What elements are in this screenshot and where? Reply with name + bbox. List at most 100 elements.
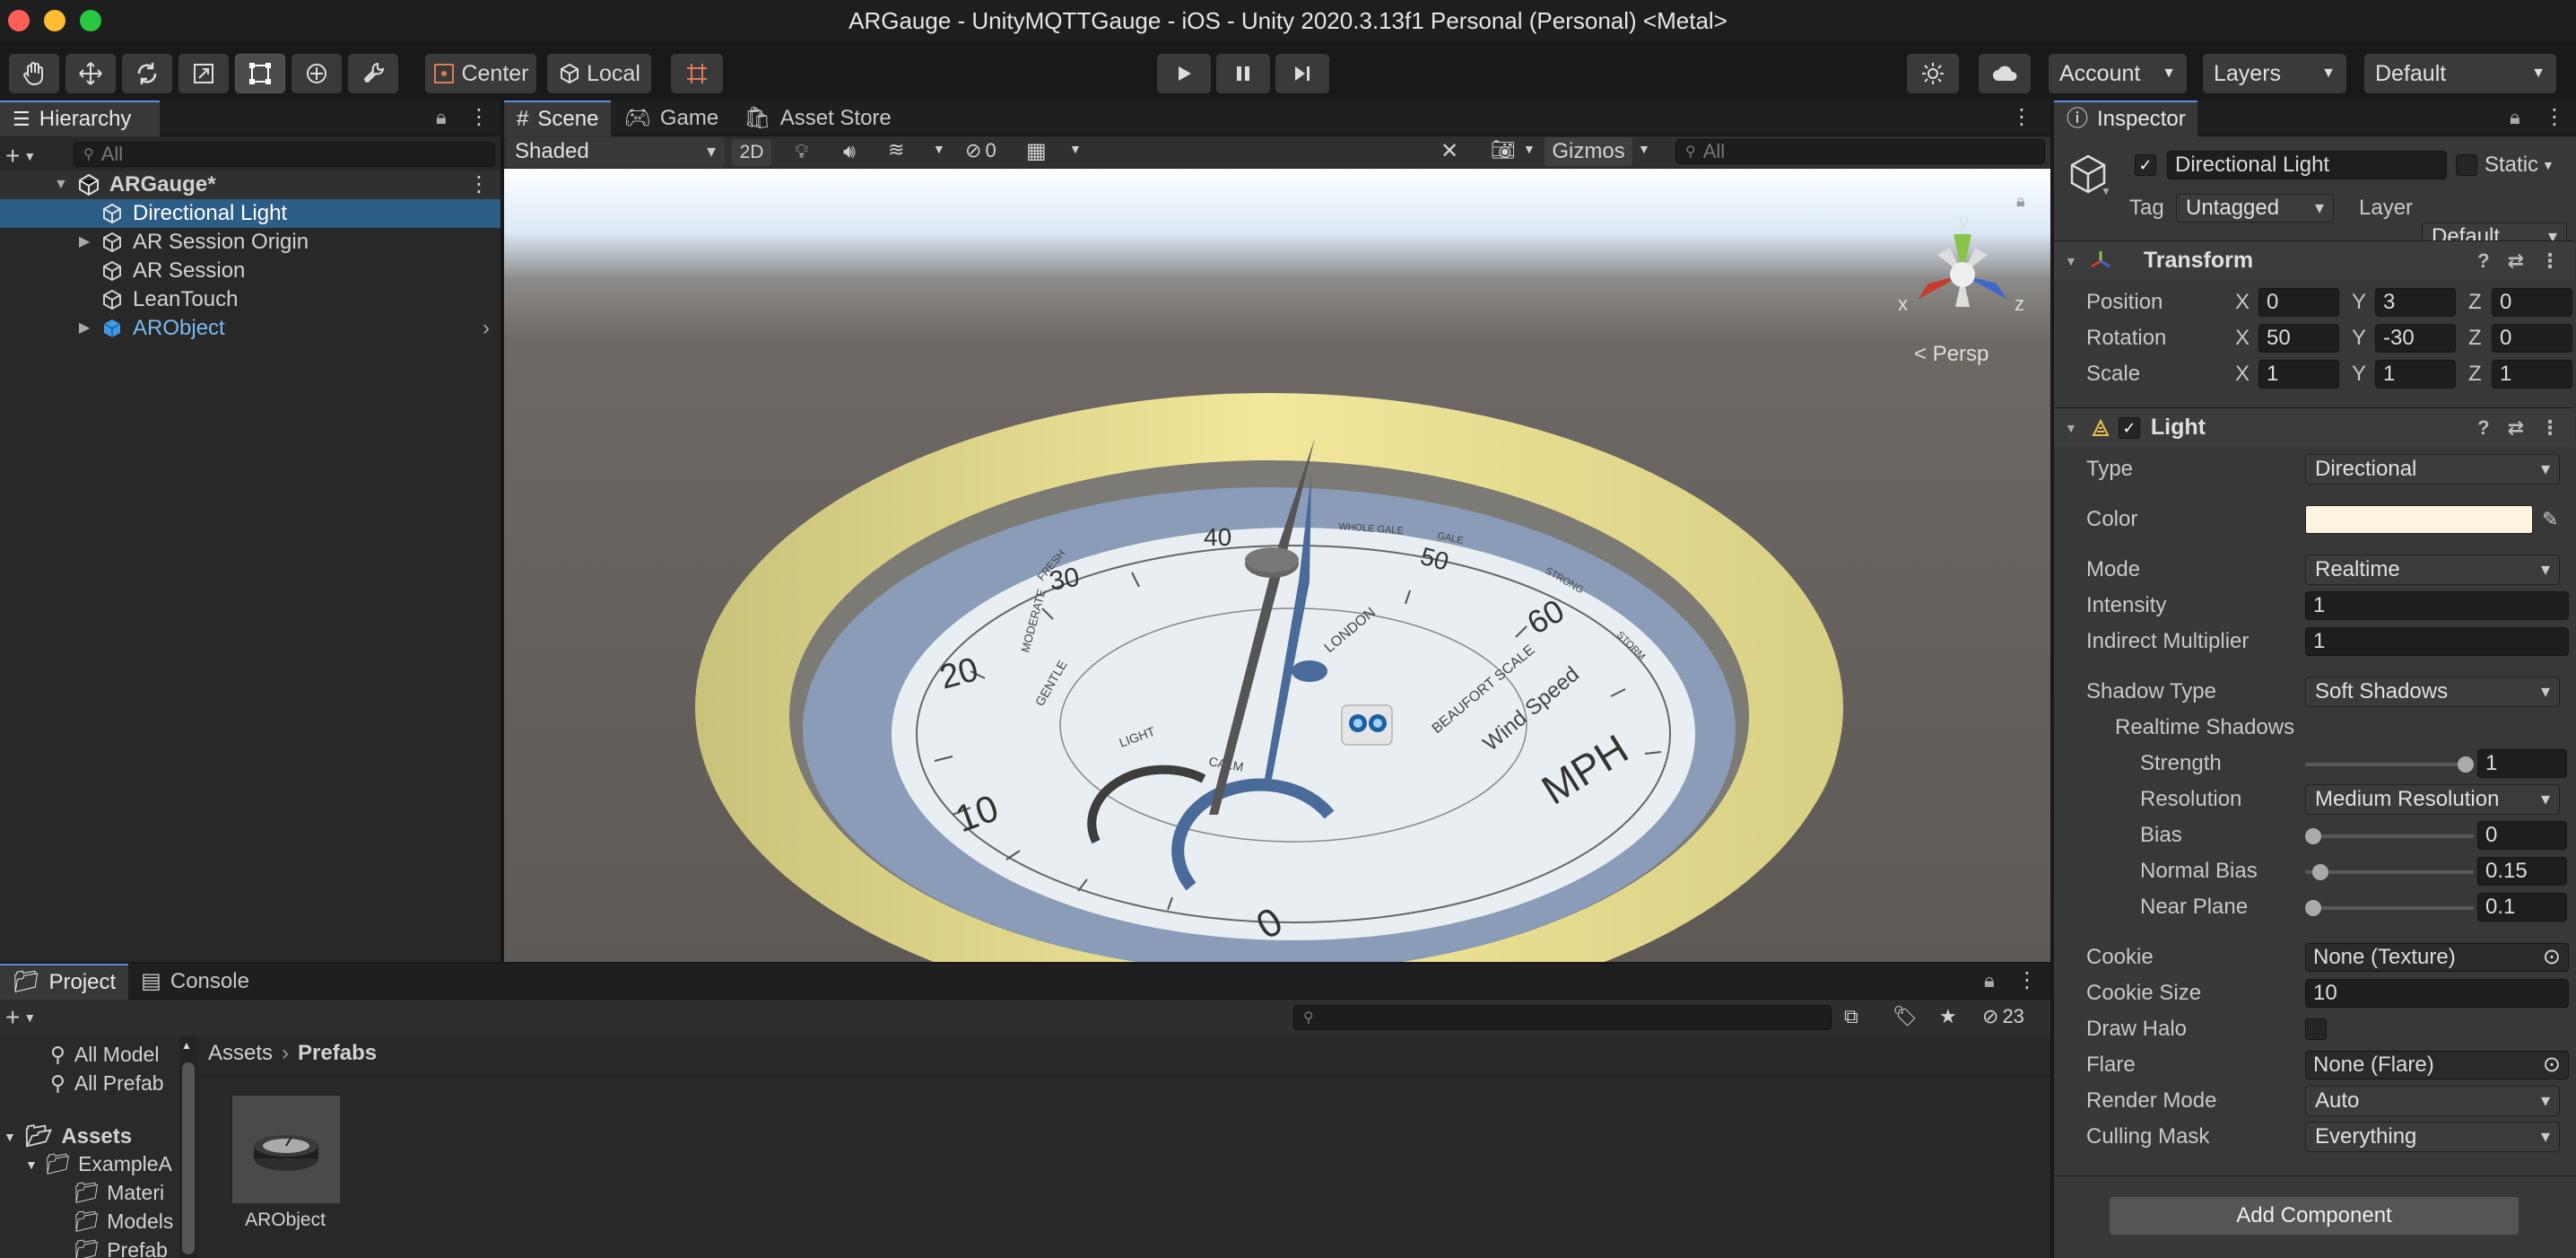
icon-dropdown-icon[interactable]: ▼ <box>2101 185 2111 197</box>
normal-bias-slider[interactable] <box>2305 864 2474 880</box>
preset-icon[interactable]: ⇄ <box>2508 416 2524 440</box>
pause-button[interactable] <box>1216 54 1270 93</box>
breadcrumb-current[interactable]: Prefabs <box>298 1041 377 1066</box>
rotation-x-field[interactable]: 50 <box>2258 324 2339 353</box>
scene-visibility-toggle[interactable]: ⊘ 0 <box>965 139 996 162</box>
search-by-type-icon[interactable]: ⧉ <box>1844 1005 1858 1028</box>
shading-mode-dropdown[interactable]: Shaded <box>506 137 725 168</box>
breadcrumb-root[interactable]: Assets <box>208 1041 273 1066</box>
bias-slider[interactable] <box>2305 828 2474 844</box>
more-options-icon[interactable]: ⋮ <box>2544 104 2565 130</box>
hidden-packages-toggle[interactable]: ⊘ 23 <box>1982 1005 2024 1028</box>
scene-menu-icon[interactable]: ⋮ <box>468 170 490 199</box>
projection-label[interactable]: < Persp <box>1914 342 1989 366</box>
favorite-all-models[interactable]: ⚲ All Model <box>50 1043 159 1067</box>
hierarchy-item-ar-session[interactable]: AR Session <box>0 257 500 285</box>
assets-root-folder[interactable]: ▼ 📂︎ Assets <box>4 1123 132 1149</box>
hierarchy-search-input[interactable]: ⚲ All <box>74 142 495 167</box>
layout-dropdown[interactable]: Default ▼ <box>2364 54 2556 93</box>
indirect-multiplier-field[interactable]: 1 <box>2305 627 2569 656</box>
expand-arrow-icon[interactable]: ▶ <box>79 314 100 343</box>
light-header[interactable]: ▼ ✓ Light ? ⇄ ⋮ <box>2054 407 2574 447</box>
lighting-toggle-icon[interactable]: 💡︎ <box>795 140 808 163</box>
favorite-star-icon[interactable]: ★ <box>1939 1005 1957 1028</box>
scale-x-field[interactable]: 1 <box>2258 360 2339 389</box>
add-component-button[interactable]: Add Component <box>2110 1197 2519 1235</box>
audio-toggle-icon[interactable]: 🔊︎ <box>843 140 856 163</box>
object-picker-icon[interactable]: ⊙ <box>2543 944 2561 971</box>
tree-folder-models[interactable]: 📁︎ Models <box>74 1210 173 1234</box>
search-by-label-icon[interactable]: 🏷︎ <box>1893 1005 1918 1028</box>
rotation-y-field[interactable]: -30 <box>2375 324 2456 353</box>
move-tool-button[interactable] <box>65 54 116 93</box>
lock-icon[interactable]: 🔒︎ <box>436 106 447 129</box>
asset-thumbnail-arobject[interactable] <box>231 1095 340 1203</box>
hierarchy-item-directional-light[interactable]: Directional Light <box>0 199 500 228</box>
effects-toggle-icon[interactable]: ≋ <box>888 138 904 162</box>
tab-hierarchy[interactable]: ☰ Hierarchy <box>0 100 160 136</box>
scene-row[interactable]: ▼ ARGauge* ⋮ <box>0 170 500 199</box>
collab-button[interactable] <box>1907 54 1959 93</box>
strength-slider-knob[interactable] <box>2458 756 2474 773</box>
camera-icon[interactable]: 📷︎ <box>1491 138 1516 162</box>
scroll-up-icon[interactable]: ▲ <box>181 1039 192 1052</box>
transform-header[interactable]: ▼ Transform ? ⇄ ⋮ <box>2054 240 2574 280</box>
position-y-field[interactable]: 3 <box>2375 288 2456 317</box>
help-icon[interactable]: ? <box>2477 416 2489 440</box>
camera-dropdown-icon[interactable]: ▼ <box>1523 142 1536 156</box>
bias-field[interactable]: 0 <box>2477 821 2567 850</box>
scene-search-input[interactable]: ⚲ All <box>1675 139 2045 164</box>
tab-game[interactable]: 🎮︎ Game <box>611 100 731 136</box>
draw-halo-checkbox[interactable] <box>2305 1018 2327 1040</box>
tag-dropdown[interactable]: Untagged <box>2176 194 2334 223</box>
preset-icon[interactable]: ⇄ <box>2508 249 2524 273</box>
near-plane-field[interactable]: 0.1 <box>2477 893 2567 922</box>
strength-slider[interactable] <box>2305 756 2474 773</box>
object-picker-icon[interactable]: ⊙ <box>2543 1052 2561 1079</box>
grid-snap-button[interactable] <box>671 54 723 93</box>
project-search-input[interactable]: ⚲ <box>1293 1005 1832 1030</box>
tab-project[interactable]: 📁︎ Project <box>0 963 129 1000</box>
gizmo-lock-icon[interactable]: 🔒︎ <box>2016 192 2025 210</box>
normal-bias-slider-knob[interactable] <box>2312 864 2328 880</box>
tab-inspector[interactable]: ⓘ Inspector <box>2054 100 2197 136</box>
scale-y-field[interactable]: 1 <box>2375 360 2456 389</box>
rect-tool-button[interactable] <box>235 54 285 93</box>
render-mode-dropdown[interactable]: Auto <box>2305 1086 2560 1116</box>
rotation-z-field[interactable]: 0 <box>2492 324 2572 353</box>
help-icon[interactable]: ? <box>2477 249 2489 273</box>
intensity-field[interactable]: 1 <box>2305 591 2569 620</box>
expand-arrow-icon[interactable]: ▶ <box>79 228 100 257</box>
gizmos-button[interactable]: Gizmos <box>1545 137 1632 166</box>
culling-mask-dropdown[interactable]: Everything <box>2305 1122 2560 1152</box>
grid-dropdown-icon[interactable]: ▼ <box>1069 142 1082 156</box>
strength-field[interactable]: 1 <box>2477 749 2567 778</box>
layers-dropdown[interactable]: Layers ▼ <box>2203 54 2346 93</box>
pivot-mode-button[interactable]: Center <box>425 54 536 93</box>
cloud-button[interactable] <box>1979 54 2031 93</box>
favorite-all-prefabs[interactable]: ⚲ All Prefab <box>50 1071 164 1096</box>
light-mode-dropdown[interactable]: Realtime <box>2305 555 2560 585</box>
eyedropper-icon[interactable]: ✎ <box>2542 508 2558 531</box>
lock-icon[interactable]: 🔒︎ <box>1984 969 1995 992</box>
more-options-icon[interactable]: ⋮ <box>2011 104 2032 130</box>
near-plane-slider-knob[interactable] <box>2305 900 2321 916</box>
component-menu-icon[interactable]: ⋮ <box>2540 416 2560 440</box>
rotate-tool-button[interactable] <box>122 54 172 93</box>
chevron-right-icon[interactable]: › <box>483 314 490 343</box>
lock-icon[interactable]: 🔒︎ <box>2510 106 2520 129</box>
active-checkbox[interactable]: ✓ <box>2135 154 2156 176</box>
tree-folder-prefabs[interactable]: 📁︎ Prefab <box>74 1238 168 1258</box>
tree-scrollbar-thumb[interactable] <box>182 1062 195 1254</box>
play-button[interactable] <box>1157 54 1211 93</box>
hierarchy-item-ar-session-origin[interactable]: ▶ AR Session Origin <box>0 228 500 257</box>
tools-icon[interactable]: ✕ <box>1440 138 1458 164</box>
hierarchy-item-arobject[interactable]: ▶ ARObject › <box>0 314 500 343</box>
2d-mode-button[interactable]: 2D <box>732 139 771 166</box>
cookie-field[interactable]: None (Texture) ⊙ <box>2305 943 2569 972</box>
bias-slider-knob[interactable] <box>2305 828 2321 844</box>
static-dropdown[interactable]: Static ▼ <box>2485 153 2554 178</box>
custom-tool-button[interactable] <box>348 54 398 93</box>
object-name-field[interactable]: Directional Light <box>2167 151 2447 179</box>
cookie-size-field[interactable]: 10 <box>2305 979 2569 1008</box>
